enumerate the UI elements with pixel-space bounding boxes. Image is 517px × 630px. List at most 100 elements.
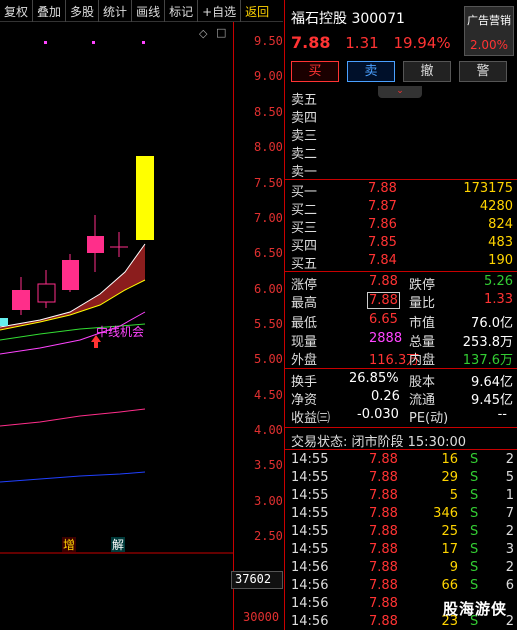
price-tick: 6.00 [254,282,283,296]
toolbar-multi-stock-button[interactable]: 多股 [66,0,100,22]
tick-price: 7.88 [369,578,398,593]
alert-button[interactable]: 警 [459,61,507,82]
tick-volume: 5 [449,488,458,503]
tick-count: 2 [505,524,514,539]
candle-limit-up [136,156,154,240]
tick-row: 14:55 7.88 17 S 3 [285,542,517,560]
toolbar-draw-line-button[interactable]: 画线 [132,0,166,22]
toolbar-mark-button[interactable]: 标记 [165,0,199,22]
toolbar-fuquan-button[interactable]: 复权 [0,0,34,22]
industry-badge[interactable]: 广告营销 2.00% [464,6,514,56]
inner-value: 137.6万 [462,353,513,368]
stats-row: 换手 26.85% 股本 9.64亿 [291,371,513,390]
stats-row: 最高 7.88 量比 1.33 [291,292,513,311]
tick-time: 14:56 [291,560,329,575]
high-label: 最高 [291,296,318,311]
tick-row: 14:55 7.88 5 S 1 [285,488,517,506]
inner-label: 内盘 [409,353,436,368]
bid-price: 7.85 [368,235,397,250]
stats-row: 最低 6.65 市值 76.0亿 [291,312,513,331]
limit-up-value: 7.88 [369,274,398,289]
bid-volume: 190 [488,253,513,268]
price-tick: 8.00 [254,140,283,154]
toolbar-back-button[interactable]: 返回 [241,0,273,22]
bid-row: 买二 7.87 4280 [291,199,513,218]
pe-label: PE(动) [409,411,449,426]
tick-price: 7.88 [369,614,398,629]
toolbar-stats-button[interactable]: 统计 [99,0,133,22]
industry-name: 广告营销 [467,14,511,27]
divider [285,271,517,272]
bid-price: 7.84 [368,253,397,268]
tick-count: 3 [505,542,514,557]
low-label: 最低 [291,316,318,331]
ask-label: 卖五 [291,93,318,108]
tick-time: 14:55 [291,506,329,521]
stats-row: 外盘 116.3万 内盘 137.6万 [291,349,513,368]
tick-row: 14:55 7.88 16 S 2 [285,452,517,470]
tick-volume: 66 [441,578,458,593]
bid-row: 买四 7.85 483 [291,235,513,254]
tick-row: 14:56 7.88 9 S 2 [285,560,517,578]
price-tick: 7.00 [254,211,283,225]
watermark-text: 股海游侠 [443,600,508,618]
bid-price: 7.88 [368,181,397,196]
tick-volume: 29 [441,470,458,485]
bid-price: 7.86 [368,217,397,232]
stats-row: 现量 2888 总量 253.8万 [291,331,513,350]
bid-row: 买一 7.88 173175 [291,181,513,200]
marker-dot [142,41,145,44]
tick-time: 14:55 [291,470,329,485]
trade-buttons: 买 卖 撤 警 [291,61,513,82]
collapse-chevron-icon[interactable]: ⌄ [378,86,422,98]
kline-chart[interactable]: 中线机会 增 解 [0,22,233,630]
square-icon[interactable]: □ [216,26,226,39]
tick-time: 14:55 [291,452,329,467]
toolbar-overlay-button[interactable]: 叠加 [33,0,67,22]
buy-button[interactable]: 买 [291,61,339,82]
tick-side: S [470,470,479,485]
chart-toolbar: 复权 叠加 多股 统计 画线 标记 +自选 返回 [0,0,283,22]
bid-volume: 173175 [463,181,513,196]
divider [285,449,517,450]
tick-count: 5 [505,470,514,485]
high-value: 7.88 [367,292,400,309]
tick-volume: 346 [433,506,458,521]
sell-button[interactable]: 卖 [347,61,395,82]
divider [285,427,517,428]
cancel-order-button[interactable]: 撤 [403,61,451,82]
ma-blue-line [0,471,146,483]
tick-price: 7.88 [369,506,398,521]
tick-time: 14:55 [291,524,329,539]
volume-value: 37602 [231,571,283,589]
tick-price: 7.88 [369,596,398,611]
capital-value: 9.64亿 [471,375,513,390]
toolbar-add-watchlist-button[interactable]: +自选 [198,0,242,22]
tick-side: S [470,560,479,575]
stock-name-code: 福石控股 300071 [291,11,405,27]
candle-up-hollow [37,283,56,303]
candle-up [87,236,104,253]
trading-status: 交易状态: 闭市阶段 15:30:00 [291,435,467,450]
event-marker-zeng[interactable]: 增 [63,538,75,552]
bid-volume: 483 [488,235,513,250]
price-tick: 2.50 [254,529,283,543]
event-marker-jie[interactable]: 解 [112,538,124,552]
candle-up [12,290,30,310]
tick-price: 7.88 [369,524,398,539]
bid-label: 买四 [291,239,318,254]
price-axis: 9.50 9.00 8.50 8.00 7.50 7.00 6.50 6.00 … [233,22,283,630]
tick-row: 14:55 7.88 346 S 7 [285,506,517,524]
limit-up-label: 涨停 [291,278,318,293]
price-tick: 9.50 [254,34,283,48]
stats-row: 涨停 7.88 跌停 5.26 [291,274,513,293]
tick-count: 2 [505,560,514,575]
ask-label: 卖一 [291,165,318,180]
bid-label: 买一 [291,185,318,200]
tick-volume: 17 [441,542,458,557]
diamond-icon[interactable]: ◇ [199,27,207,40]
mkt-cap-value: 76.0亿 [471,316,513,331]
tick-time: 14:56 [291,578,329,593]
low-value: 6.65 [369,312,398,327]
price-tick: 4.50 [254,388,283,402]
